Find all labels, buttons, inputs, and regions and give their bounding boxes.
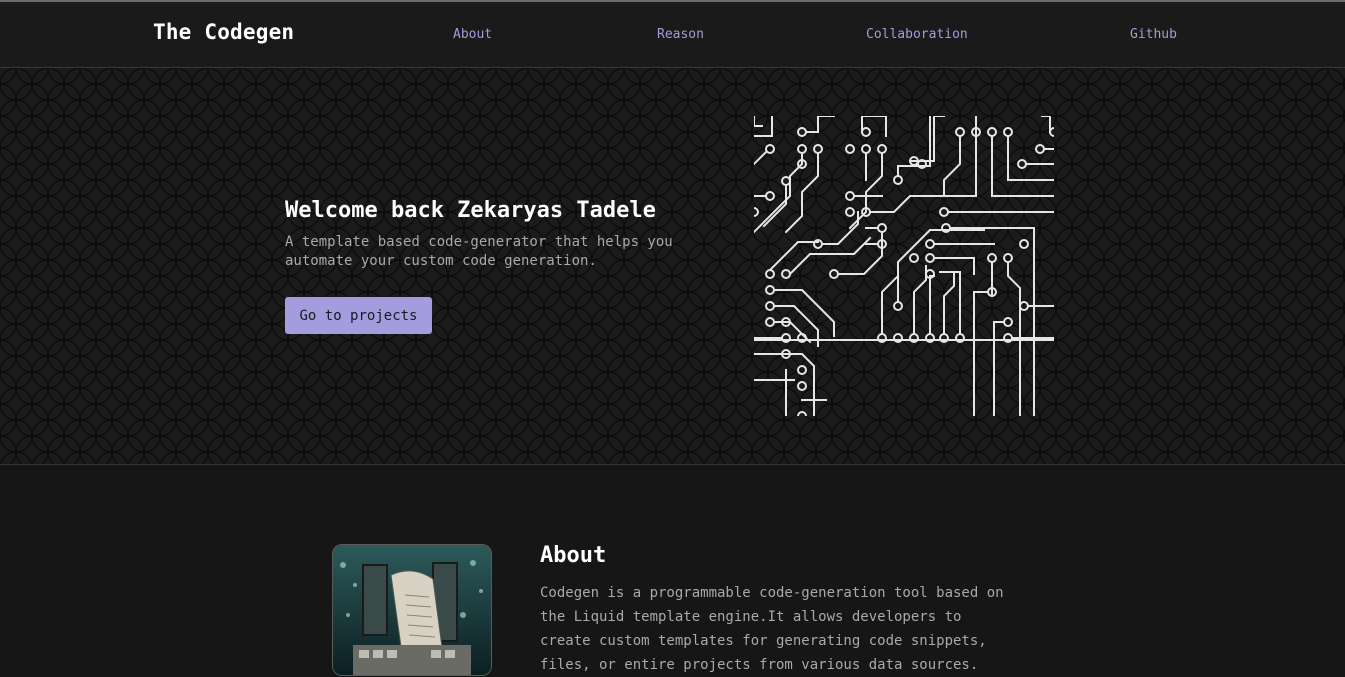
typewriter-illustration	[333, 545, 491, 675]
go-to-projects-button[interactable]: Go to projects	[285, 297, 432, 334]
circuit-board-illustration	[754, 116, 1054, 416]
nav-link-github[interactable]: Github	[1130, 27, 1177, 42]
hero-section: Welcome back Zekaryas Tadele A template …	[0, 68, 1345, 465]
about-image	[332, 544, 492, 676]
about-section: About Codegen is a programmable code-gen…	[0, 465, 1345, 676]
hero-title: Welcome back Zekaryas Tadele	[285, 198, 656, 223]
nav-link-collaboration[interactable]: Collaboration	[866, 27, 968, 42]
nav-link-reason[interactable]: Reason	[657, 27, 704, 42]
hero-subtitle: A template based code-generator that hel…	[285, 234, 673, 269]
brand-logo[interactable]: The Codegen	[153, 20, 294, 44]
nav-link-about[interactable]: About	[453, 27, 492, 42]
about-title: About	[540, 543, 607, 568]
about-text: Codegen is a programmable code-generatio…	[540, 585, 1004, 673]
navbar: The Codegen About Reason Collaboration G…	[0, 2, 1345, 68]
